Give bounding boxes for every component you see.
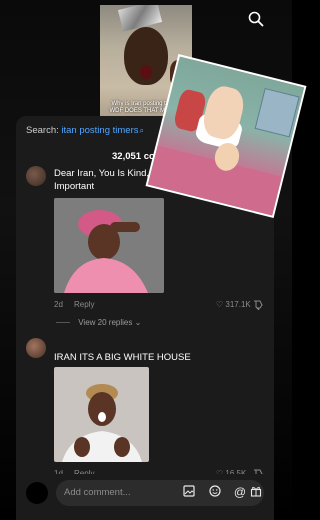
like-button[interactable]: ♡ 317.1K	[216, 300, 251, 309]
gift-icon[interactable]	[249, 485, 263, 499]
heart-icon: ♡	[216, 300, 224, 309]
avatar[interactable]	[26, 166, 46, 186]
chevron-down-icon: ⌄	[134, 318, 142, 327]
view-replies-button[interactable]: View 20 replies ⌄	[56, 318, 141, 327]
search-suggestion[interactable]: Search: itan posting timers⌕	[26, 125, 144, 136]
comment-age: 2d	[54, 300, 63, 309]
my-avatar	[26, 482, 48, 504]
comment-placeholder: Add comment...	[64, 487, 131, 498]
reaction-image[interactable]	[54, 367, 149, 462]
comment-composer: Add comment... @	[16, 474, 274, 520]
like-count: 317.1K	[225, 300, 251, 309]
mention-icon[interactable]: @	[233, 485, 247, 499]
search-prefix: Search:	[26, 125, 59, 136]
search-icon[interactable]	[248, 11, 264, 27]
comment-input[interactable]: Add comment... @	[56, 480, 264, 506]
search-query: itan posting timers	[61, 125, 139, 136]
avatar[interactable]	[26, 338, 46, 358]
image-icon[interactable]	[182, 485, 196, 499]
emoji-icon[interactable]	[208, 485, 222, 499]
reply-button[interactable]: Reply	[74, 300, 94, 309]
comment-text: IRAN ITS A BIG WHITE HOUSE	[54, 352, 191, 363]
dislike-icon[interactable]	[253, 299, 264, 312]
search-icon: ⌕	[139, 126, 144, 135]
reaction-image[interactable]	[54, 198, 164, 293]
